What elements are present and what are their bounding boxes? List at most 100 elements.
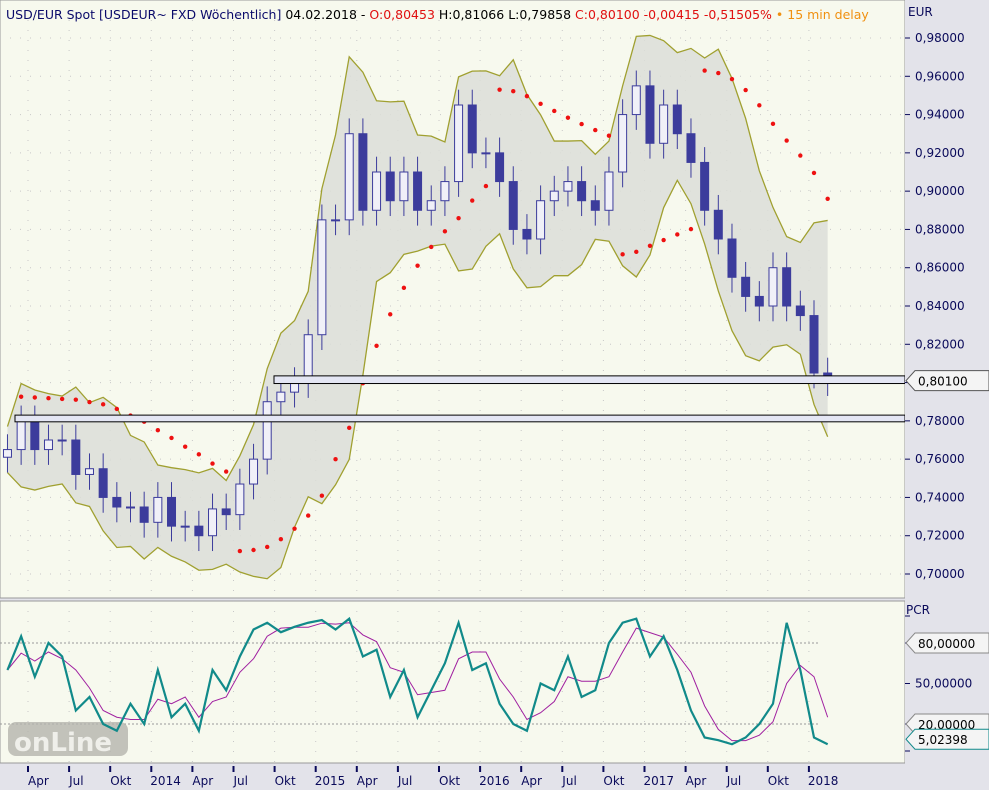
pcr-last-tag: 5,02398 bbox=[905, 728, 989, 750]
sar-dot bbox=[552, 108, 557, 114]
sar-dot bbox=[292, 526, 297, 531]
x-tick-label: Jul bbox=[726, 774, 741, 788]
candle-body bbox=[43, 439, 53, 451]
sar-dot bbox=[169, 435, 174, 441]
sar-dot bbox=[46, 396, 51, 401]
candle-body bbox=[659, 104, 669, 144]
sar-dot bbox=[634, 249, 639, 255]
x-tick-label: Apr bbox=[521, 774, 542, 788]
sar-dot bbox=[415, 263, 420, 268]
candle-body bbox=[331, 219, 341, 222]
candle-body bbox=[194, 525, 204, 537]
candle-body bbox=[645, 85, 655, 144]
sar-dot bbox=[32, 395, 38, 400]
candle bbox=[358, 118, 368, 226]
candle-body bbox=[577, 181, 587, 202]
sar-dot bbox=[825, 196, 830, 201]
candle-body bbox=[208, 508, 218, 537]
candle-body bbox=[276, 391, 286, 403]
candle-body bbox=[440, 181, 450, 202]
candle-body bbox=[71, 439, 81, 475]
sar-dot bbox=[606, 133, 612, 138]
sar-dot bbox=[237, 548, 243, 554]
support-zone bbox=[273, 375, 906, 385]
candle-body bbox=[495, 152, 505, 183]
sar-dot bbox=[661, 237, 666, 243]
candle-body bbox=[782, 267, 792, 307]
sar-dot bbox=[511, 89, 516, 94]
candle-body bbox=[631, 85, 641, 116]
candle-body bbox=[413, 171, 423, 211]
sar-dot bbox=[743, 87, 748, 93]
pcr-80-tag: 80,00000 bbox=[905, 632, 989, 654]
y-tick-label: 0,86000 bbox=[915, 261, 965, 275]
sar-dot bbox=[333, 457, 338, 462]
sar-dot bbox=[647, 243, 653, 249]
bar-date: 04.02.2018 - bbox=[285, 7, 366, 22]
sar-dot bbox=[388, 312, 393, 317]
candle-body bbox=[700, 161, 710, 211]
x-tick-label: Jul bbox=[233, 774, 248, 788]
sar-dot bbox=[73, 397, 79, 402]
candle-body bbox=[249, 458, 259, 485]
candle-body bbox=[590, 200, 600, 211]
sar-dot bbox=[538, 101, 543, 106]
x-tick-label: Apr bbox=[357, 774, 378, 788]
sar-dot bbox=[579, 121, 584, 127]
pcr-80-tag-text: 80,00000 bbox=[918, 637, 975, 651]
sar-dot bbox=[59, 396, 65, 402]
pcr-label: PCR bbox=[906, 603, 930, 617]
delay-note: • 15 min delay bbox=[775, 7, 869, 22]
x-tick-label: Jul bbox=[561, 774, 576, 788]
chart: onLine EUR 0,98000 0,96000 0,94000 0,92000 0,9… bbox=[0, 0, 989, 790]
y-tick-label: 0,70000 bbox=[915, 567, 965, 581]
candle-body bbox=[426, 200, 436, 211]
candle-body bbox=[809, 315, 819, 374]
x-tick-label: Jul bbox=[68, 774, 83, 788]
low-value: L:0,79858 bbox=[508, 7, 572, 22]
candle-body bbox=[768, 267, 778, 307]
sar-dot bbox=[100, 402, 106, 407]
sar-dot bbox=[114, 406, 120, 412]
candle-body bbox=[467, 104, 477, 154]
candle-body bbox=[454, 104, 464, 183]
sar-dot bbox=[442, 229, 448, 234]
candle-body bbox=[139, 506, 149, 523]
sar-dot bbox=[483, 183, 489, 189]
y-tick-label: 0,72000 bbox=[915, 529, 965, 543]
x-tick-label: Okt bbox=[275, 774, 296, 788]
x-tick-label: Okt bbox=[110, 774, 131, 788]
sar-dot bbox=[210, 461, 215, 466]
logo-text: onLine bbox=[14, 728, 112, 758]
x-tick-label: Okt bbox=[768, 774, 789, 788]
candle-body bbox=[221, 508, 231, 516]
high-value: H:0,81066 bbox=[438, 7, 505, 22]
sar-dot bbox=[223, 469, 229, 474]
candle-body bbox=[741, 276, 751, 297]
candle-body bbox=[508, 181, 518, 230]
x-tick-label: 2017 bbox=[644, 774, 675, 788]
x-tick-label: 2014 bbox=[150, 774, 181, 788]
candle-body bbox=[98, 468, 108, 498]
y-tick-label: 0,76000 bbox=[915, 452, 965, 466]
sar-dot bbox=[497, 87, 502, 92]
x-tick-label: Okt bbox=[439, 774, 460, 788]
candle-body bbox=[604, 171, 614, 211]
y-tick-label: 0,90000 bbox=[915, 184, 965, 198]
sar-dot bbox=[798, 153, 803, 158]
candle-body bbox=[754, 295, 764, 307]
candle-body bbox=[385, 171, 395, 202]
candle-body bbox=[153, 496, 163, 523]
candle-body bbox=[522, 228, 532, 240]
sar-dot bbox=[702, 68, 707, 73]
pcr-last-tag-text: 5,02398 bbox=[918, 733, 968, 747]
candle-body bbox=[795, 305, 805, 317]
candle-body bbox=[126, 506, 135, 509]
candle-body bbox=[399, 171, 409, 202]
candle-body bbox=[481, 152, 491, 155]
sar-dot bbox=[319, 493, 325, 498]
candle-body bbox=[344, 133, 354, 221]
sar-dot bbox=[675, 232, 680, 237]
candle-body bbox=[262, 401, 272, 460]
pcr-tick-label: 50,00000 bbox=[915, 677, 972, 691]
